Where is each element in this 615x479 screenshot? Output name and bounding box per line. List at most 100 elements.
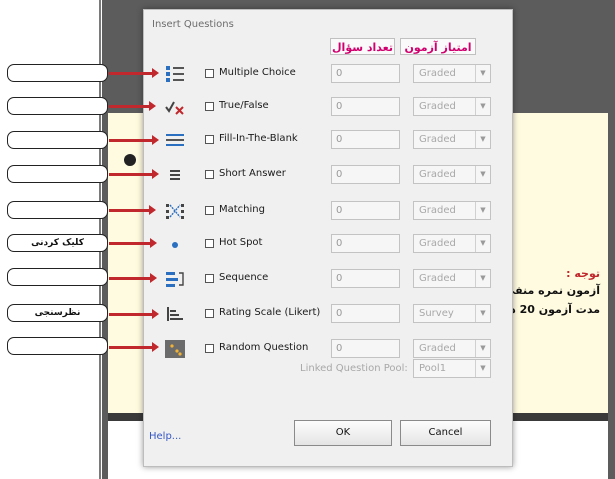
cancel-button[interactable]: Cancel xyxy=(400,420,491,446)
chevron-down-icon: ▼ xyxy=(475,340,490,357)
random-question-mode-select[interactable]: Graded ▼ xyxy=(413,339,491,358)
true-false-label: True/False xyxy=(219,100,269,111)
short-answer-mode-value: Graded xyxy=(419,169,456,180)
fill-in-blank-count-input[interactable]: 0 xyxy=(331,130,400,149)
callout-arrow-multiple-choice xyxy=(109,72,153,75)
sequence-label: Sequence xyxy=(219,272,268,283)
matching-count-input[interactable]: 0 xyxy=(331,201,400,220)
rating-scale-mode-select[interactable]: Survey▼ xyxy=(413,304,491,323)
dialog-title: Insert Questions xyxy=(152,19,234,30)
sequence-icon xyxy=(165,270,185,288)
sequence-mode-value: Graded xyxy=(419,273,456,284)
sequence-mode-select[interactable]: Graded ▼ xyxy=(413,269,491,288)
true-false-count-input[interactable]: 0 xyxy=(331,97,400,116)
fill-in-blank-checkbox[interactable] xyxy=(205,135,214,144)
callout-box-matching xyxy=(7,201,108,219)
true-false-mode-select[interactable]: Graded ▼ xyxy=(413,97,491,116)
question-row-sequence: Sequence 0 Graded ▼ xyxy=(144,267,514,291)
callout-box-multiple-choice xyxy=(7,64,108,82)
random-question-mode-value: Graded xyxy=(419,343,456,354)
header-exam-score: امتیاز آزمون xyxy=(400,38,476,55)
chevron-down-icon: ▼ xyxy=(475,65,490,82)
callout-box-short-answer xyxy=(7,165,108,183)
chevron-down-icon: ▼ xyxy=(475,166,490,183)
hot-spot-icon xyxy=(165,235,185,253)
sequence-count-input[interactable]: 0 xyxy=(331,269,400,288)
help-link[interactable]: Help... xyxy=(149,431,181,442)
multiple-choice-icon xyxy=(165,65,185,83)
rating-scale-icon xyxy=(165,305,185,323)
multiple-choice-label: Multiple Choice xyxy=(219,67,296,78)
question-row-hot-spot: Hot Spot 0 Graded ▼ xyxy=(144,232,514,256)
callout-arrow-true-false xyxy=(109,105,150,108)
callout-arrow-hot-spot xyxy=(109,242,151,245)
question-row-multiple-choice: Multiple Choice 0 Graded ▼ xyxy=(144,62,514,86)
multiple-choice-count-input[interactable]: 0 xyxy=(331,64,400,83)
random-question-label: Random Question xyxy=(219,342,308,353)
hot-spot-label: Hot Spot xyxy=(219,237,262,248)
fill-in-blank-mode-select[interactable]: Graded ▼ xyxy=(413,130,491,149)
ok-button[interactable]: OK xyxy=(294,420,392,446)
slide-text-line-1: آزمون نمره منفی xyxy=(504,284,600,297)
short-answer-count-input[interactable]: 0 xyxy=(331,165,400,184)
hot-spot-mode-select[interactable]: Graded ▼ xyxy=(413,234,491,253)
true-false-icon xyxy=(165,98,185,116)
question-row-fill-in-the-blank: Fill-In-The-Blank 0 Graded ▼ xyxy=(144,128,514,152)
chevron-down-icon: ▼ xyxy=(475,235,490,252)
chevron-down-icon: ▼ xyxy=(475,360,490,377)
question-row-short-answer: Short Answer 0 Graded ▼ xyxy=(144,163,514,187)
matching-icon xyxy=(165,202,185,220)
chevron-down-icon: ▼ xyxy=(475,305,490,322)
linked-pool-value: Pool1 xyxy=(419,363,446,374)
callout-arrow-short-answer xyxy=(109,173,153,176)
question-row-matching: Matching 0 Graded▼ xyxy=(144,199,514,223)
short-answer-mode-select[interactable]: Graded ▼ xyxy=(413,165,491,184)
short-answer-icon xyxy=(165,166,185,184)
fill-in-blank-label: Fill-In-The-Blank xyxy=(219,133,298,144)
hot-spot-checkbox[interactable] xyxy=(205,239,214,248)
short-answer-checkbox[interactable] xyxy=(205,170,214,179)
linked-pool-label: Linked Question Pool: xyxy=(300,363,408,374)
multiple-choice-checkbox[interactable] xyxy=(205,69,214,78)
callout-arrow-matching xyxy=(109,209,150,212)
multiple-choice-mode-select[interactable]: Graded ▼ xyxy=(413,64,491,83)
rating-scale-label: Rating Scale (Likert) xyxy=(219,307,320,318)
multiple-choice-mode-value: Graded xyxy=(419,68,456,79)
rating-scale-checkbox[interactable] xyxy=(205,309,214,318)
callout-box-hot-spot: کلیک کردنی xyxy=(7,234,108,252)
matching-mode-select[interactable]: Graded▼ xyxy=(413,201,491,220)
callout-arrow-sequence xyxy=(109,277,151,280)
hot-spot-count-input[interactable]: 0 xyxy=(331,234,400,253)
callout-box-fill-in-blank xyxy=(7,131,108,149)
random-question-checkbox[interactable] xyxy=(205,344,214,353)
question-row-true-false: True/False 0 Graded ▼ xyxy=(144,95,514,119)
hot-spot-mode-value: Graded xyxy=(419,238,456,249)
rating-scale-count-input[interactable]: 0 xyxy=(331,304,400,323)
chevron-down-icon: ▼ xyxy=(475,270,490,287)
callout-arrow-fill-in-blank xyxy=(109,139,153,142)
callout-box-true-false xyxy=(7,97,108,115)
callout-box-sequence xyxy=(7,268,108,286)
matching-label: Matching xyxy=(219,204,265,215)
callout-arrow-random-question xyxy=(109,346,153,349)
question-row-rating-scale: Rating Scale (Likert) 0 Survey▼ xyxy=(144,302,514,326)
insert-questions-dialog: Insert Questions تعداد سؤال امتیاز آزمون… xyxy=(143,9,513,467)
true-false-mode-value: Graded xyxy=(419,101,456,112)
matching-checkbox[interactable] xyxy=(205,206,214,215)
chevron-down-icon: ▼ xyxy=(475,98,490,115)
question-row-random-question: Random Question 0 Graded ▼ xyxy=(144,337,514,361)
chevron-down-icon: ▼ xyxy=(475,202,490,219)
chevron-down-icon: ▼ xyxy=(475,131,490,148)
sequence-checkbox[interactable] xyxy=(205,274,214,283)
callout-box-rating-scale: نظرسنجی xyxy=(7,304,108,322)
callout-arrow-rating-scale xyxy=(109,313,153,316)
random-question-count-input[interactable]: 0 xyxy=(331,339,400,358)
fill-in-blank-mode-value: Graded xyxy=(419,134,456,145)
slide-note-heading: توجه : xyxy=(566,267,600,280)
linked-pool-select[interactable]: Pool1 ▼ xyxy=(413,359,491,378)
random-question-icon xyxy=(165,340,185,358)
cursor-icon xyxy=(124,154,136,166)
fill-in-blank-icon xyxy=(165,131,185,149)
short-answer-label: Short Answer xyxy=(219,168,286,179)
true-false-checkbox[interactable] xyxy=(205,102,214,111)
